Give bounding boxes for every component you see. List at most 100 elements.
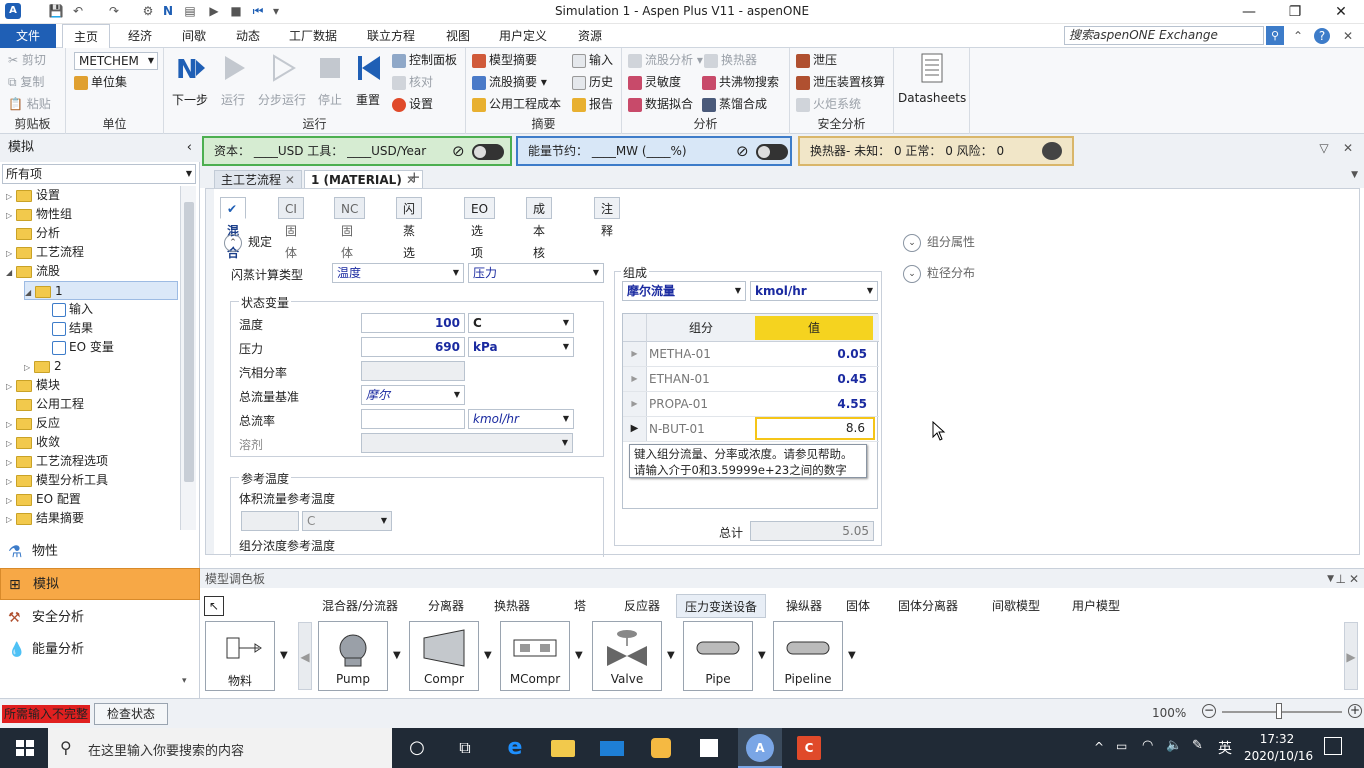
copy-button[interactable]: ⧉ 复制 bbox=[8, 72, 44, 92]
notification-center-icon[interactable] bbox=[1324, 737, 1342, 755]
palette-tab[interactable]: 换热器 bbox=[486, 594, 538, 618]
pressure-input[interactable]: 690 bbox=[361, 337, 465, 357]
expand-arrow-icon[interactable]: ▷ bbox=[6, 244, 16, 263]
expand-arrow-icon[interactable]: ▷ bbox=[24, 358, 34, 377]
minimize-button[interactable]: — bbox=[1226, 0, 1272, 24]
cut-button[interactable]: ✂ 剪切 bbox=[8, 50, 46, 70]
capital-toggle[interactable] bbox=[472, 144, 504, 160]
tree-item[interactable]: ▷ 工艺流程选项 bbox=[6, 452, 108, 471]
tree-item[interactable]: 分析 bbox=[6, 224, 60, 243]
windows-start-icon[interactable] bbox=[10, 733, 40, 763]
palette-tab[interactable]: 分离器 bbox=[420, 594, 472, 618]
wifi-icon[interactable]: ◠ bbox=[1142, 738, 1153, 753]
edge-browser-icon[interactable]: e bbox=[500, 733, 530, 763]
vapor-fraction-input[interactable] bbox=[361, 361, 465, 381]
palette-scroll-left[interactable]: ◀ bbox=[298, 622, 312, 690]
specifications-toggle[interactable]: ⌃ 规定 bbox=[224, 233, 272, 252]
nav-energy-analysis[interactable]: 💧 能量分析 bbox=[0, 634, 200, 666]
tree-item[interactable]: 公用工程 bbox=[6, 395, 84, 414]
palette-menu-icon[interactable]: ▼ bbox=[1327, 569, 1334, 589]
volume-flow-ref-unit-select[interactable]: C bbox=[302, 511, 392, 531]
composition-basis-select[interactable]: 摩尔流量 bbox=[622, 281, 746, 301]
gauge-icon[interactable] bbox=[1042, 142, 1062, 160]
palette-tab[interactable]: 间歇模型 bbox=[984, 594, 1048, 618]
tree-item[interactable]: ▷ 模块 bbox=[6, 376, 60, 395]
model-summary-button[interactable]: 模型摘要 bbox=[472, 50, 537, 70]
tab-stream-1[interactable]: 1 (MATERIAL) ✕ bbox=[304, 170, 424, 188]
palette-tab[interactable]: 用户模型 bbox=[1064, 594, 1128, 618]
tree-item[interactable]: ▷ 工艺流程 bbox=[6, 243, 84, 262]
palette-item[interactable]: Compr bbox=[409, 621, 479, 691]
restore-button[interactable]: ❐ bbox=[1272, 0, 1318, 24]
tree-item[interactable]: ◢ 1 bbox=[24, 281, 178, 300]
palette-tab[interactable]: 压力变送设备 bbox=[676, 594, 767, 618]
tree-item[interactable]: ▷ 设置 bbox=[6, 186, 60, 205]
tree-item[interactable]: EO 变量 bbox=[42, 338, 114, 357]
tab-file[interactable]: 文件 bbox=[0, 24, 56, 48]
palette-tab[interactable]: 固体分离器 bbox=[890, 594, 966, 618]
palette-item-dropdown-icon[interactable]: ▼ bbox=[484, 650, 492, 661]
expand-arrow-icon[interactable]: ▷ bbox=[6, 206, 16, 225]
subtab-costing[interactable]: 成本核算 bbox=[526, 197, 553, 282]
palette-tab[interactable]: 固体 bbox=[838, 594, 878, 618]
datasheets-button[interactable]: Datasheets bbox=[898, 50, 966, 105]
energy-savings-panel[interactable]: 能量节约： ____MW (____%) ⊘ bbox=[516, 136, 792, 166]
table-row[interactable]: ▶ PROPA-01 4.55 bbox=[623, 392, 879, 417]
collapse-arrow-icon[interactable]: ◢ bbox=[6, 263, 16, 282]
subtab-nc-solid[interactable]: NC 固体 bbox=[334, 197, 366, 260]
tab-list-icon[interactable]: ▼ bbox=[1351, 170, 1358, 180]
nav-properties[interactable]: ⚗ 物性 bbox=[0, 536, 200, 568]
check-status-button[interactable]: 检查状态 bbox=[94, 703, 168, 725]
total-flow-unit-select[interactable]: kmol/hr bbox=[468, 409, 574, 429]
heat-exchanger-panel[interactable]: 换热器- 未知： 0 正常： 0 风险： 0 bbox=[798, 136, 1074, 166]
solvent-select[interactable] bbox=[361, 433, 573, 453]
nav-simulation[interactable]: ⊞ 模拟 bbox=[0, 568, 200, 600]
flash-type-1-select[interactable]: 温度 bbox=[332, 263, 464, 283]
pen-icon[interactable]: ✎ bbox=[1192, 738, 1203, 753]
app-icon[interactable] bbox=[646, 733, 676, 763]
tab-equation-oriented[interactable]: 联立方程 bbox=[356, 24, 426, 48]
input-button[interactable]: 输入 bbox=[572, 50, 613, 70]
collapse-ribbon-icon[interactable]: ⌃ bbox=[1290, 28, 1306, 44]
expand-arrow-icon[interactable]: ▷ bbox=[6, 187, 16, 206]
subtab-eo-options[interactable]: EO 选项 bbox=[464, 197, 496, 260]
palette-tab[interactable]: 塔 bbox=[566, 594, 594, 618]
pin-icon[interactable]: ⊥ bbox=[1336, 569, 1346, 589]
expand-arrow-icon[interactable]: ▷ bbox=[6, 377, 16, 396]
mail-icon[interactable] bbox=[597, 733, 627, 763]
component-value[interactable]: 0.05 bbox=[755, 342, 875, 366]
new-tab-icon[interactable]: + bbox=[408, 168, 421, 186]
dropdown-icon[interactable]: ▽ bbox=[1316, 140, 1332, 156]
tab-main-flowsheet[interactable]: 主工艺流程 ✕ bbox=[214, 170, 302, 188]
palette-item[interactable]: Pipeline bbox=[773, 621, 843, 691]
battery-icon[interactable]: ▭ bbox=[1116, 739, 1127, 753]
tree-scrollbar[interactable] bbox=[180, 186, 196, 530]
ime-indicator[interactable]: 英 bbox=[1218, 738, 1232, 758]
expand-arrow-icon[interactable]: ▷ bbox=[6, 472, 16, 491]
cortana-icon[interactable]: ○ bbox=[402, 733, 432, 763]
tree-item[interactable]: ◢ 流股 bbox=[6, 262, 60, 281]
volume-icon[interactable]: 🔈 bbox=[1166, 738, 1182, 753]
tab-home[interactable]: 主页 bbox=[62, 24, 110, 48]
tree-item[interactable]: ▷ EO 配置 bbox=[6, 490, 81, 509]
pressure-unit-select[interactable]: kPa bbox=[468, 337, 574, 357]
presentation-app-icon[interactable]: C bbox=[794, 733, 824, 763]
flow-basis-select[interactable]: 摩尔 bbox=[361, 385, 465, 405]
palette-item[interactable]: Pipe bbox=[683, 621, 753, 691]
composition-unit-select[interactable]: kmol/hr bbox=[750, 281, 878, 301]
navigation-filter-select[interactable]: 所有项 ▼ bbox=[2, 164, 196, 184]
tree-item[interactable]: ▷ 收敛 bbox=[6, 433, 60, 452]
total-flow-input[interactable] bbox=[361, 409, 465, 429]
tab-dynamics[interactable]: 动态 bbox=[224, 24, 272, 48]
pointer-tool-icon[interactable]: ↖ bbox=[204, 596, 224, 616]
tab-plant-data[interactable]: 工厂数据 bbox=[280, 24, 346, 48]
pressure-relief-button[interactable]: 泄压 bbox=[796, 50, 837, 70]
expand-arrow-icon[interactable]: ▷ bbox=[6, 510, 16, 529]
tree-item[interactable]: ▷ 反应 bbox=[6, 414, 60, 433]
palette-item-dropdown-icon[interactable]: ▼ bbox=[393, 650, 401, 661]
zoom-in-icon[interactable]: + bbox=[1348, 704, 1362, 718]
heat-exchanger-button[interactable]: 换热器 bbox=[704, 50, 757, 70]
reset-button[interactable]: 重置 bbox=[350, 50, 386, 108]
utility-cost-button[interactable]: 公用工程成本 bbox=[472, 94, 561, 114]
tree-item[interactable]: ▷ 2 bbox=[24, 357, 62, 376]
